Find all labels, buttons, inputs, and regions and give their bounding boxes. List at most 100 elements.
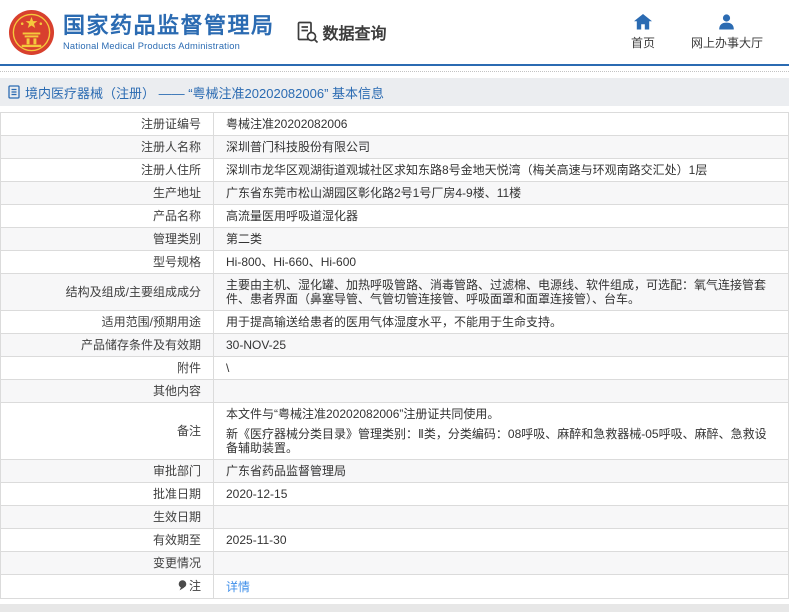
row-label-text: 生产地址: [153, 186, 201, 200]
row-label: 产品名称: [1, 205, 214, 228]
row-label: 结构及组成/主要组成成分: [1, 274, 214, 311]
nav-service-hall[interactable]: 网上办事大厅: [691, 14, 763, 51]
row-label: 注册人住所: [1, 159, 214, 182]
row-label-text: 产品储存条件及有效期: [81, 338, 201, 352]
row-label-text: 注册证编号: [141, 117, 201, 131]
info-table-body: 注册证编号粤械注准20202082006注册人名称深圳普门科技股份有限公司注册人…: [1, 113, 789, 599]
row-value: [214, 552, 789, 575]
table-row: 产品储存条件及有效期 30-NOV-25: [1, 334, 789, 357]
row-label: 产品储存条件及有效期: [1, 334, 214, 357]
org-name-zh: 国家药品监督管理局: [63, 14, 275, 38]
row-value: 广东省东莞市松山湖园区彰化路2号1号厂房4-9楼、11楼: [214, 182, 789, 205]
nmpa-emblem-logo: [8, 9, 55, 56]
row-label-text: 适用范围/预期用途: [102, 315, 201, 329]
row-label-text: 附件: [177, 361, 201, 375]
detail-link[interactable]: 详情: [226, 580, 250, 594]
row-value: [214, 506, 789, 529]
row-label: 附件: [1, 357, 214, 380]
table-row: 管理类别第二类: [1, 228, 789, 251]
info-table: 注册证编号粤械注准20202082006注册人名称深圳普门科技股份有限公司注册人…: [0, 112, 789, 599]
row-value: [214, 380, 789, 403]
table-row: 其他内容: [1, 380, 789, 403]
row-label-text: 有效期至: [153, 533, 201, 547]
page-title: 境内医疗器械（注册） —— “粤械注准20202082006” 基本信息: [25, 83, 384, 102]
row-label-text: 变更情况: [153, 556, 201, 570]
row-label-text: 产品名称: [153, 209, 201, 223]
document-icon: [8, 85, 20, 99]
row-label-text: 审批部门: [153, 464, 201, 478]
person-icon: [718, 14, 735, 30]
page-title-bar: 境内医疗器械（注册） —— “粤械注准20202082006” 基本信息: [0, 78, 789, 106]
table-row: 注册人住所深圳市龙华区观湖街道观城社区求知东路8号金地天悦湾（梅关高速与环观南路…: [1, 159, 789, 182]
table-row: 生产地址广东省东莞市松山湖园区彰化路2号1号厂房4-9楼、11楼: [1, 182, 789, 205]
row-value-line: 本文件与“粤械注准20202082006”注册证共同使用。: [226, 407, 776, 421]
row-value: 用于提高输送给患者的医用气体湿度水平，不能用于生命支持。: [214, 311, 789, 334]
row-label-text: 结构及组成/主要组成成分: [66, 285, 201, 299]
row-value: 详情: [214, 575, 789, 599]
row-value: 30-NOV-25: [214, 334, 789, 357]
row-label: 变更情况: [1, 552, 214, 575]
table-row: 产品名称高流量医用呼吸道湿化器: [1, 205, 789, 228]
row-label: 注册人名称: [1, 136, 214, 159]
data-query-nav[interactable]: 数据查询: [295, 20, 387, 44]
row-label: 生产地址: [1, 182, 214, 205]
row-value: 深圳普门科技股份有限公司: [214, 136, 789, 159]
table-row: 型号规格 Hi-800、Hi-660、Hi-600: [1, 251, 789, 274]
row-label: 其他内容: [1, 380, 214, 403]
row-value: 高流量医用呼吸道湿化器: [214, 205, 789, 228]
table-row: 注册人名称深圳普门科技股份有限公司: [1, 136, 789, 159]
footer-strip: [0, 604, 789, 612]
table-row: 适用范围/预期用途用于提高输送给患者的医用气体湿度水平，不能用于生命支持。: [1, 311, 789, 334]
row-value: 本文件与“粤械注准20202082006”注册证共同使用。新《医疗器械分类目录》…: [214, 403, 789, 460]
table-row: 批准日期 2020-12-15: [1, 483, 789, 506]
nav-service-hall-label: 网上办事大厅: [691, 34, 763, 51]
row-label: 型号规格: [1, 251, 214, 274]
nav-home-label: 首页: [631, 34, 655, 51]
row-label: 备注: [1, 403, 214, 460]
row-value-line: 新《医疗器械分类目录》管理类别：Ⅱ类，分类编码：08呼吸、麻醉和急救器械-05呼…: [226, 427, 776, 455]
table-row: 结构及组成/主要组成成分主要由主机、湿化罐、加热呼吸管路、消毒管路、过滤棉、电源…: [1, 274, 789, 311]
row-value: 粤械注准20202082006: [214, 113, 789, 136]
table-row: 注册证编号粤械注准20202082006: [1, 113, 789, 136]
dotted-divider: [0, 71, 789, 72]
row-value: 主要由主机、湿化罐、加热呼吸管路、消毒管路、过滤棉、电源线、软件组成，可选配：氧…: [214, 274, 789, 311]
row-label: 有效期至: [1, 529, 214, 552]
nav-home[interactable]: 首页: [631, 14, 655, 51]
row-label-text: 其他内容: [153, 384, 201, 398]
row-label: 管理类别: [1, 228, 214, 251]
row-label: 注册证编号: [1, 113, 214, 136]
table-row: 备注本文件与“粤械注准20202082006”注册证共同使用。新《医疗器械分类目…: [1, 403, 789, 460]
row-label-text: 注: [189, 579, 201, 593]
row-label-text: 注册人名称: [141, 140, 201, 154]
data-query-label: 数据查询: [323, 20, 387, 44]
row-label-text: 备注: [177, 424, 201, 438]
row-label: 批准日期: [1, 483, 214, 506]
row-value: 2020-12-15: [214, 483, 789, 506]
table-row: 生效日期: [1, 506, 789, 529]
table-row: 变更情况: [1, 552, 789, 575]
row-label-text: 批准日期: [153, 487, 201, 501]
home-icon: [634, 14, 652, 30]
row-value: 第二类: [214, 228, 789, 251]
row-value: 深圳市龙华区观湖街道观城社区求知东路8号金地天悦湾（梅关高速与环观南路交汇处）1…: [214, 159, 789, 182]
row-label: 审批部门: [1, 460, 214, 483]
doc-search-icon: [295, 20, 319, 44]
row-label: 注: [1, 575, 214, 599]
note-icon: [178, 580, 187, 594]
row-value: \: [214, 357, 789, 380]
org-name-block: 国家药品监督管理局 National Medical Products Admi…: [63, 14, 275, 51]
row-label: 适用范围/预期用途: [1, 311, 214, 334]
row-label-text: 管理类别: [153, 232, 201, 246]
table-row: 注 详情: [1, 575, 789, 599]
row-value: 广东省药品监督管理局: [214, 460, 789, 483]
org-name-en: National Medical Products Administration: [63, 41, 275, 51]
row-label: 生效日期: [1, 506, 214, 529]
table-row: 附件 \: [1, 357, 789, 380]
row-label-text: 生效日期: [153, 510, 201, 524]
row-label-text: 型号规格: [153, 255, 201, 269]
table-row: 审批部门广东省药品监督管理局: [1, 460, 789, 483]
row-label-text: 注册人住所: [141, 163, 201, 177]
row-value: 2025-11-30: [214, 529, 789, 552]
row-value: Hi-800、Hi-660、Hi-600: [214, 251, 789, 274]
site-header: 国家药品监督管理局 National Medical Products Admi…: [0, 0, 789, 66]
